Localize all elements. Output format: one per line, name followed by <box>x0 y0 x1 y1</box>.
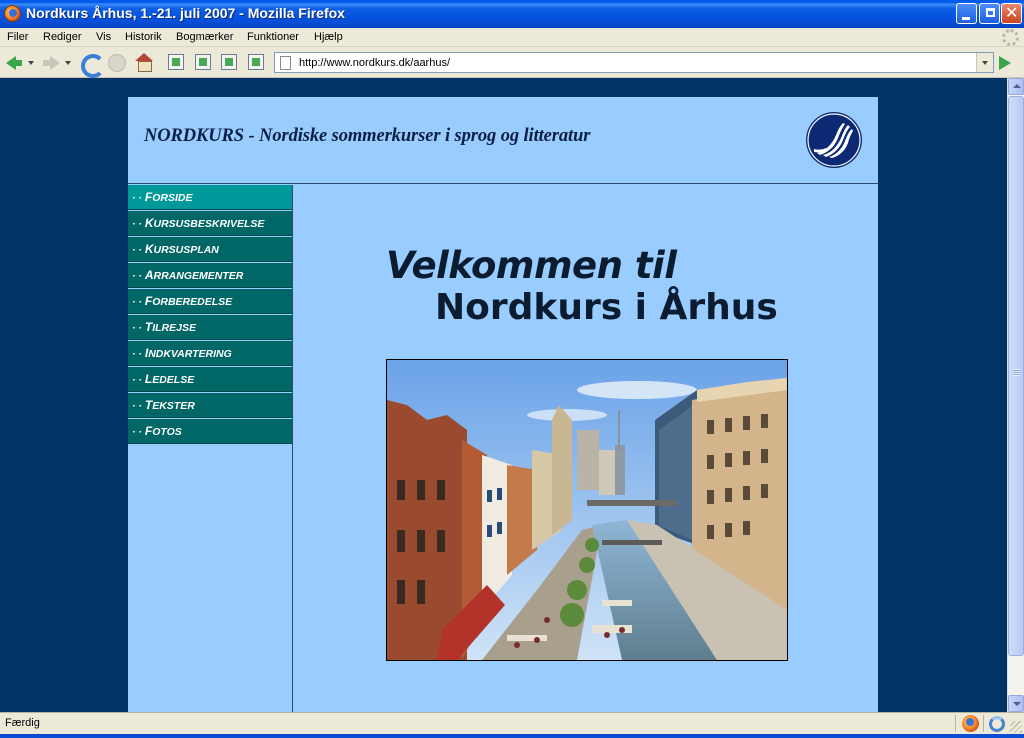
nav-item-fotos[interactable]: · · Fotos <box>128 419 292 444</box>
menu-historik[interactable]: Historik <box>125 31 162 43</box>
back-history-dropdown-icon[interactable] <box>27 53 35 73</box>
nav-item-arrangementer[interactable]: · · Arrangementer <box>128 263 292 288</box>
status-divider <box>983 715 984 732</box>
sidebar-nav: · · Forside · · Kursusbeskrivelse · · Ku… <box>128 185 293 712</box>
restore-button[interactable] <box>979 3 1000 24</box>
nav-item-label: ilrejse <box>152 322 196 334</box>
nav-item-initial: K <box>144 242 154 256</box>
menu-vis[interactable]: Vis <box>96 31 111 43</box>
scroll-down-arrow-icon[interactable] <box>1008 695 1024 712</box>
page-icon <box>280 56 291 70</box>
nav-item-indkvartering[interactable]: · · Indkvartering <box>128 341 292 366</box>
go-arrow-icon[interactable] <box>999 56 1011 70</box>
firefox-icon <box>4 5 21 22</box>
page-container: NORDKURS - Nordiske sommerkurser i sprog… <box>128 97 878 712</box>
nav-item-label: rrangementer <box>153 270 244 282</box>
window-titlebar[interactable]: Nordkurs Århus, 1.-21. juli 2007 - Mozil… <box>0 0 1024 28</box>
url-history-dropdown-icon[interactable] <box>976 53 993 72</box>
restore-icon <box>986 8 995 17</box>
url-input[interactable] <box>299 55 959 70</box>
content-viewport: NORDKURS - Nordiske sommerkurser i sprog… <box>0 78 1007 712</box>
nav-item-label: ursusplan <box>153 244 219 256</box>
nav-bullet: · · <box>132 296 142 308</box>
welcome-heading-line1: Velkommen til <box>386 244 677 287</box>
menu-funktioner[interactable]: Funktioner <box>247 31 299 43</box>
reload-icon[interactable] <box>80 53 105 78</box>
scrollbar-thumb[interactable] <box>1008 96 1024 656</box>
nav-bullet: · · <box>132 348 142 360</box>
nav-bullet: · · <box>132 270 142 282</box>
nav-item-initial: A <box>144 268 154 282</box>
close-icon: ✕ <box>1005 3 1019 22</box>
menu-rediger[interactable]: Rediger <box>43 31 82 43</box>
nav-bullet: · · <box>132 218 142 230</box>
nav-bullet: · · <box>132 192 142 204</box>
window-title: Nordkurs Århus, 1.-21. juli 2007 - Mozil… <box>26 5 345 21</box>
site-banner: NORDKURS - Nordiske sommerkurser i sprog… <box>128 97 878 184</box>
minimize-button[interactable] <box>956 3 977 24</box>
nav-item-label: orberedelse <box>152 296 233 308</box>
forward-history-dropdown-icon[interactable] <box>64 53 72 73</box>
nav-bullet: · · <box>132 426 142 438</box>
minimize-icon <box>962 17 970 20</box>
nav-item-label: otos <box>152 426 182 438</box>
site-title: NORDKURS - Nordiske sommerkurser i sprog… <box>144 126 591 146</box>
update-icon[interactable] <box>989 716 1005 732</box>
nav-bullet: · · <box>132 244 142 256</box>
window-bottom-border <box>0 734 1024 738</box>
menu-hjaelp[interactable]: Hjælp <box>314 31 343 43</box>
nav-item-label: ekster <box>152 400 195 412</box>
throbber-icon <box>1002 29 1019 46</box>
scroll-up-arrow-icon[interactable] <box>1008 78 1024 95</box>
nav-item-label: orside <box>152 192 193 204</box>
stop-icon[interactable] <box>107 53 126 73</box>
aarhus-canal-photo <box>386 359 788 661</box>
nordic-swan-logo <box>806 112 862 168</box>
print-icon[interactable] <box>220 53 238 73</box>
menu-filer[interactable]: Filer <box>7 31 28 43</box>
nav-item-forberedelse[interactable]: · · Forberedelse <box>128 289 292 314</box>
nav-item-initial: K <box>144 216 154 230</box>
menu-bogmaerker[interactable]: Bogmærker <box>176 31 233 43</box>
close-button[interactable]: ✕ <box>1001 3 1022 24</box>
nav-item-tekster[interactable]: · · Tekster <box>128 393 292 418</box>
nav-item-kursusbeskrivelse[interactable]: · · Kursusbeskrivelse <box>128 211 292 236</box>
new-window-icon[interactable] <box>194 53 212 73</box>
new-tab-icon[interactable] <box>167 53 185 73</box>
nav-item-forside[interactable]: · · Forside <box>128 185 292 210</box>
nav-item-label: ndkvartering <box>148 348 232 360</box>
nav-item-tilrejse[interactable]: · · Tilrejse <box>128 315 292 340</box>
forward-arrow-icon[interactable] <box>42 53 60 73</box>
nav-item-ledelse[interactable]: · · Ledelse <box>128 367 292 392</box>
nav-bullet: · · <box>132 322 142 334</box>
back-arrow-icon[interactable] <box>4 53 22 73</box>
bookmarks-menu-icon[interactable] <box>247 53 265 73</box>
menu-bar: Filer Rediger Vis Historik Bogmærker Fun… <box>0 28 1024 47</box>
nav-bullet: · · <box>132 400 142 412</box>
resize-grip-icon[interactable] <box>1010 721 1022 733</box>
nav-item-label: ursusbeskrivelse <box>153 218 265 230</box>
status-divider <box>955 715 956 732</box>
status-bar: Færdig <box>0 712 1024 734</box>
nav-item-kursusplan[interactable]: · · Kursusplan <box>128 237 292 262</box>
address-bar[interactable] <box>274 52 994 73</box>
vertical-scrollbar[interactable] <box>1007 78 1024 712</box>
welcome-heading-line2: Nordkurs i Århus <box>435 287 778 328</box>
nav-item-label: edelse <box>152 374 195 386</box>
status-text: Færdig <box>5 717 40 729</box>
navigation-toolbar <box>0 48 1024 78</box>
nav-bullet: · · <box>132 374 142 386</box>
home-icon[interactable] <box>135 53 153 73</box>
firefox-status-icon[interactable] <box>962 715 979 732</box>
